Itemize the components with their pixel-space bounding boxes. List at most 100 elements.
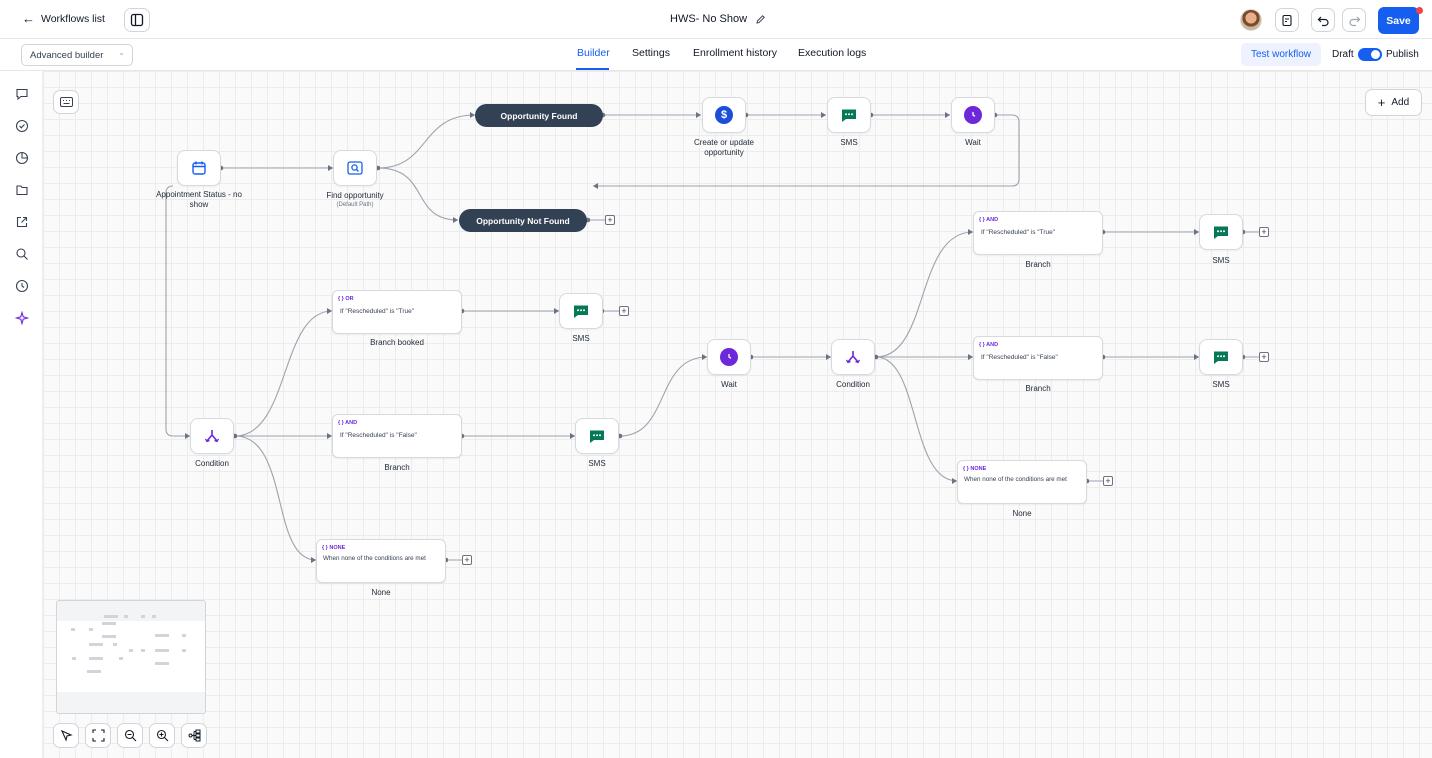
sms-node[interactable] (559, 293, 603, 329)
minimap-node (119, 657, 123, 660)
message-icon (1214, 226, 1228, 239)
opportunity-found-pill[interactable]: Opportunity Found (475, 104, 603, 127)
add-step-button[interactable]: + (1259, 227, 1269, 237)
minimap-node (124, 615, 128, 618)
test-workflow-button[interactable]: Test workflow (1241, 43, 1321, 66)
document-check-icon (1281, 14, 1292, 26)
add-step-button[interactable]: + (462, 555, 472, 565)
pie-chart-icon[interactable] (13, 149, 30, 166)
publish-toggle[interactable] (1358, 48, 1382, 61)
check-circle-icon[interactable] (13, 117, 30, 134)
sms-node[interactable] (575, 418, 619, 454)
none-condition: When none of the conditions are met (323, 555, 426, 562)
branch-tag: { } AND (338, 420, 358, 426)
add-step-button[interactable]: + (1259, 352, 1269, 362)
branch-condition: If "Rescheduled" is "False" (340, 432, 417, 439)
none-tag: { } NONE (963, 466, 987, 472)
wait-node[interactable] (707, 339, 751, 375)
branch-condition: If "Rescheduled" is "True" (340, 308, 415, 315)
review-button[interactable] (1275, 8, 1299, 32)
split-icon (845, 351, 861, 364)
pointer-button[interactable] (53, 723, 79, 748)
branch-card[interactable]: { } AND If "Rescheduled" is "False" (973, 336, 1103, 380)
undo-icon (1317, 16, 1329, 26)
minimap-node (129, 649, 133, 652)
branch-condition: If "Rescheduled" is "True" (981, 229, 1056, 236)
branch-card[interactable]: { } OR If "Rescheduled" is "True" (332, 290, 462, 334)
auto-layout-button[interactable] (181, 723, 207, 748)
opportunity-found-label: Opportunity Found (500, 110, 578, 121)
history-icon[interactable] (13, 277, 30, 294)
wait-node[interactable] (951, 97, 995, 133)
sms-label: SMS (1212, 256, 1230, 265)
arrow-left-icon: ← (22, 11, 35, 26)
find-opportunity-node[interactable] (333, 150, 377, 186)
trigger-label: Appointment Status - no show (156, 190, 242, 209)
builder-mode-select[interactable]: Advanced builder ⌄ (21, 44, 133, 66)
workflow-title-group[interactable]: HWS- No Show (670, 13, 766, 25)
opportunity-not-found-label: Opportunity Not Found (476, 215, 570, 226)
condition-label: Condition (836, 380, 870, 389)
branch-card[interactable]: { } AND If "Rescheduled" is "True" (973, 211, 1103, 255)
add-step-button[interactable]: + (1103, 476, 1113, 486)
zoom-out-button[interactable] (117, 723, 143, 748)
minimap[interactable] (56, 600, 206, 714)
minimap-node (102, 635, 116, 638)
none-card[interactable]: { } NONE When none of the conditions are… (316, 539, 446, 583)
workflow-title: HWS- No Show (670, 13, 748, 25)
left-sidebar (0, 71, 43, 758)
sms-node[interactable] (1199, 339, 1243, 375)
calendar-icon (192, 161, 206, 175)
fit-view-button[interactable] (85, 723, 111, 748)
opportunity-not-found-pill[interactable]: Opportunity Not Found (459, 209, 587, 232)
pointer-icon (60, 729, 73, 742)
chat-icon[interactable] (13, 85, 30, 102)
add-step-button[interactable]: + (619, 306, 629, 316)
minimap-node (102, 622, 116, 625)
search-record-icon (347, 161, 363, 175)
sparkle-icon[interactable] (13, 309, 30, 326)
folder-icon[interactable] (13, 181, 30, 198)
minimap-node (89, 657, 103, 660)
none-label: None (371, 588, 391, 597)
create-update-opportunity-node[interactable]: $ (702, 97, 746, 133)
toggle-panel-button[interactable] (124, 8, 150, 32)
tab-execution-logs[interactable]: Execution logs (798, 47, 866, 59)
branch-label: Branch (1025, 260, 1051, 269)
branch-card[interactable]: { } AND If "Rescheduled" is "False" (332, 414, 462, 458)
condition-node[interactable] (831, 339, 875, 375)
none-condition: When none of the conditions are met (964, 476, 1067, 483)
connectors (165, 112, 1259, 563)
back-link[interactable]: ← Workflows list (22, 12, 105, 25)
message-icon (574, 305, 588, 318)
sidebar-panel-icon (130, 13, 144, 27)
tab-enrollment-history[interactable]: Enrollment history (693, 47, 777, 59)
condition-node[interactable] (190, 418, 234, 454)
none-card[interactable]: { } NONE When none of the conditions are… (957, 460, 1087, 504)
save-button[interactable]: Save (1378, 7, 1419, 34)
redo-button[interactable] (1342, 8, 1366, 32)
search-icon[interactable] (13, 245, 30, 262)
zoom-in-button[interactable] (149, 723, 175, 748)
top-bar: ← Workflows list HWS- No Show Save (0, 0, 1432, 39)
sms-node[interactable] (827, 97, 871, 133)
minimap-node (104, 615, 118, 618)
pencil-icon[interactable] (755, 14, 766, 25)
builder-mode-label: Advanced builder (30, 49, 104, 61)
minimap-node (182, 649, 186, 652)
avatar[interactable] (1240, 9, 1262, 31)
message-icon (590, 430, 604, 443)
tab-settings[interactable]: Settings (632, 47, 670, 59)
branch-tag: { } AND (979, 217, 999, 223)
external-link-icon[interactable] (13, 213, 30, 230)
workflow-canvas[interactable]: + Add Appointment Status - no show Find … (43, 71, 1432, 758)
unsaved-indicator (1416, 7, 1423, 14)
tab-builder[interactable]: Builder (577, 47, 610, 59)
active-tab-underline (576, 68, 609, 70)
undo-button[interactable] (1311, 8, 1335, 32)
add-step-button[interactable]: + (605, 215, 615, 225)
back-label: Workflows list (41, 12, 105, 25)
trigger-node[interactable] (177, 150, 221, 186)
sms-node[interactable] (1199, 214, 1243, 250)
minimap-viewport (57, 621, 205, 692)
